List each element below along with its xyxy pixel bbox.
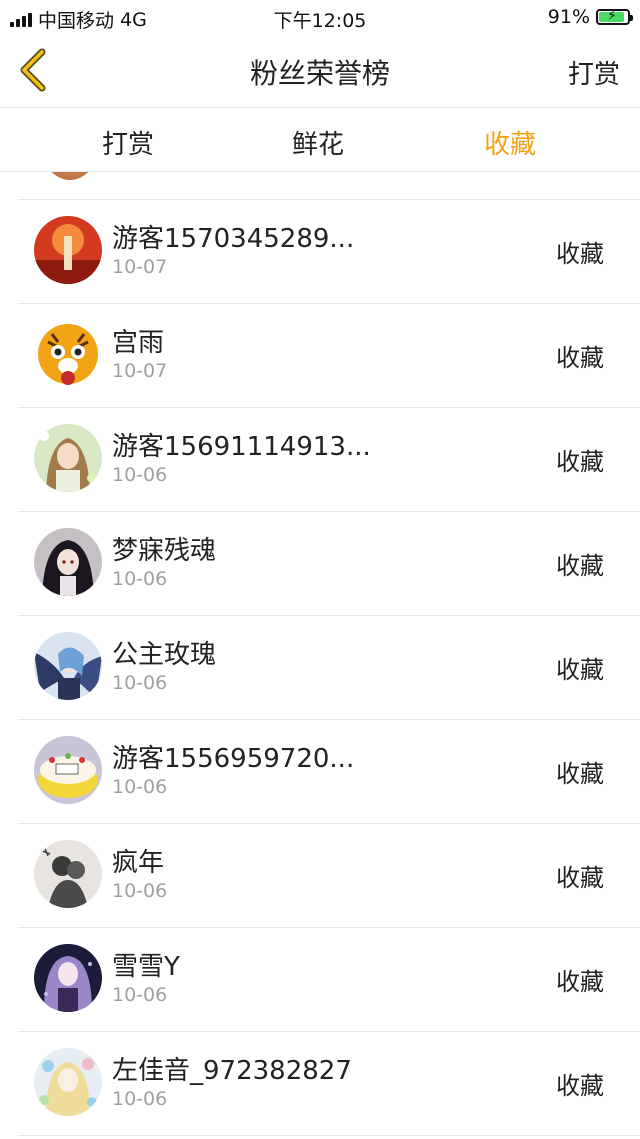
reward-button[interactable]: 打赏 [568,54,620,91]
list-item[interactable]: 左佳音_972382827 10-06 收藏 [0,1032,640,1136]
list-item[interactable]: 梦寐残魂 10-06 收藏 [0,512,640,616]
user-date: 10-06 [112,880,168,902]
list-item[interactable]: 公主玫瑰 10-06 收藏 [0,616,640,720]
list-item[interactable]: 雪雪Y 10-06 收藏 [0,928,640,1032]
flower-girl-avatar [34,1048,102,1116]
user-name: 游客15691114913... [112,432,371,462]
cake-avatar [34,736,102,804]
action-label: 收藏 [556,344,604,372]
list-item[interactable]: 游客15691114913... 10-06 收藏 [0,408,640,512]
tab-favorites[interactable]: 收藏 [430,124,590,161]
list-item[interactable]: 宫雨 10-07 收藏 [0,304,640,408]
action-label: 收藏 [556,968,604,996]
nav-bar: 粉丝荣誉榜 打赏 [0,34,640,108]
status-time: 下午12:05 [273,10,367,32]
user-name: 游客1570345289... [112,224,355,254]
user-date: 10-06 [112,672,168,694]
avatar [42,172,98,180]
list-item[interactable]: 游客1556959720... 10-06 收藏 [0,720,640,824]
user-date: 10-06 [112,1088,168,1110]
action-label: 收藏 [556,864,604,892]
user-date: 10-06 [112,776,168,798]
user-date: 10-06 [112,464,168,486]
user-name: 公主玫瑰 [112,640,217,670]
blue-wings-avatar [34,632,102,700]
action-label: 收藏 [556,760,604,788]
fan-list: 游客1570345289... 10-07 收藏 宫雨 10-07 收藏 游客1… [0,172,640,1139]
user-name: 梦寐残魂 [112,536,217,566]
list-item[interactable]: 游客1570345289... 10-07 收藏 [0,200,640,304]
battery-icon: ⚡ [596,8,633,25]
action-label: 收藏 [556,656,604,684]
user-date: 10-06 [112,568,168,590]
user-date: 10-07 [112,256,168,278]
user-name: 雪雪Y [112,952,180,982]
tiger-avatar [34,320,102,388]
tab-reward[interactable]: 打赏 [48,124,208,161]
user-name: 宫雨 [112,328,165,358]
user-name: 左佳音_972382827 [112,1056,352,1086]
page-title: 粉丝荣誉榜 [249,57,390,90]
status-bar: 中国移动 4G 下午12:05 91% ⚡ [0,0,640,34]
user-name: 疯年 [112,848,165,878]
charging-icon: ⚡ [607,8,617,24]
tab-flowers[interactable]: 鲜花 [238,124,398,161]
couple-sketch-avatar [34,840,102,908]
action-label: 收藏 [556,448,604,476]
red-landscape-avatar [34,216,102,284]
action-label: 收藏 [556,552,604,580]
user-name: 游客1556959720... [112,744,355,774]
dark-hair-girl-avatar [34,528,102,596]
user-date: 10-07 [112,360,168,382]
action-label: 收藏 [556,1072,604,1100]
divider [18,1135,640,1136]
tab-bar: 打赏 鲜花 收藏 [0,108,640,172]
list-item[interactable]: 疯年 10-06 收藏 [0,824,640,928]
status-right: 91% ⚡ [547,6,633,28]
battery-percent: 91% [547,6,590,28]
anime-girl-avatar [34,424,102,492]
user-date: 10-06 [112,984,168,1006]
purple-hair-girl-avatar [34,944,102,1012]
action-label: 收藏 [556,240,604,268]
